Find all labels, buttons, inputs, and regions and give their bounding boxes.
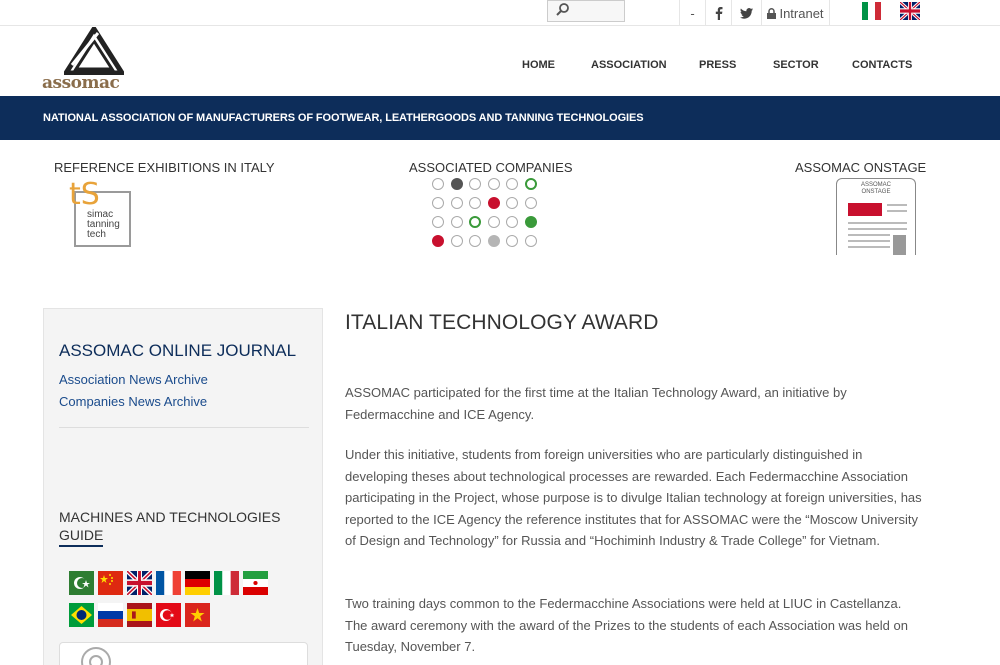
onstage-cover-label: ASSOMAC ONSTAGE bbox=[837, 182, 915, 196]
ts-line-3: tech bbox=[87, 229, 106, 240]
company-dot bbox=[506, 178, 518, 190]
facebook-icon[interactable] bbox=[705, 0, 731, 26]
ts-letters: tS bbox=[69, 177, 100, 212]
cover-line bbox=[848, 240, 890, 242]
company-dot bbox=[506, 235, 518, 247]
arabic-flag-icon[interactable] bbox=[69, 571, 94, 595]
cover-line bbox=[848, 222, 907, 224]
nav-sector[interactable]: SECTOR bbox=[773, 59, 819, 71]
company-dot bbox=[469, 178, 481, 190]
company-dot bbox=[450, 216, 463, 228]
gear-icon bbox=[81, 647, 111, 665]
top-utility-bar: - Intranet bbox=[0, 0, 1000, 26]
french-flag-icon[interactable] bbox=[156, 571, 181, 595]
company-dot bbox=[432, 235, 444, 247]
company-dot bbox=[432, 216, 444, 228]
company-dot bbox=[487, 235, 500, 247]
search-icon bbox=[556, 3, 569, 16]
exhibitions-title: REFERENCE EXHIBITIONS IN ITALY bbox=[54, 160, 275, 175]
logo-wordmark: assomac bbox=[42, 73, 120, 93]
lock-icon bbox=[767, 7, 777, 19]
article-paragraph: Under this initiative, students from for… bbox=[345, 447, 922, 548]
chinese-flag-icon[interactable] bbox=[98, 571, 123, 595]
guide-title-line-2: GUIDE bbox=[59, 526, 104, 547]
intranet-label: Intranet bbox=[779, 5, 824, 21]
company-dot bbox=[506, 197, 518, 209]
persian-flag-icon[interactable] bbox=[243, 571, 268, 595]
company-dot bbox=[506, 216, 518, 228]
company-dot bbox=[450, 235, 463, 247]
simac-tanning-tech-logo[interactable]: tS simac tanning tech bbox=[69, 180, 131, 247]
cover-red-block bbox=[848, 203, 882, 216]
company-dot bbox=[450, 197, 463, 209]
sidebar: ASSOMAC ONLINE JOURNAL Association News … bbox=[43, 308, 323, 665]
article-paragraph: ASSOMAC participated for the first time … bbox=[345, 385, 847, 422]
assomac-logo[interactable]: assomac bbox=[42, 27, 142, 93]
ts-words: simac tanning tech bbox=[87, 210, 120, 240]
nav-home[interactable]: HOME bbox=[522, 59, 555, 71]
twitter-icon[interactable] bbox=[731, 0, 761, 26]
english-language-flag-icon[interactable] bbox=[900, 2, 920, 20]
company-dot bbox=[524, 178, 537, 190]
logo-triangle-icon bbox=[64, 27, 124, 75]
companies-news-link[interactable]: Companies News Archive bbox=[59, 394, 207, 409]
portuguese-brazil-flag-icon[interactable] bbox=[69, 603, 94, 627]
tagline-text: NATIONAL ASSOCIATION OF MANUFACTURERS OF… bbox=[43, 112, 644, 124]
journal-title: ASSOMAC ONLINE JOURNAL bbox=[59, 341, 297, 360]
company-dot bbox=[469, 216, 481, 228]
italian-language-flag-icon[interactable] bbox=[862, 2, 881, 20]
onstage-cover-line-1: ASSOMAC bbox=[860, 182, 891, 188]
company-dot bbox=[469, 235, 481, 247]
company-dot bbox=[524, 235, 537, 247]
guide-title-line-1: MACHINES AND TECHNOLOGIES bbox=[59, 509, 281, 525]
cover-line bbox=[887, 204, 907, 206]
article-title: ITALIAN TECHNOLOGY AWARD bbox=[345, 311, 659, 334]
onstage-magazine-cover[interactable]: ASSOMAC ONSTAGE bbox=[836, 178, 916, 255]
tagline-banner: NATIONAL ASSOCIATION OF MANUFACTURERS OF… bbox=[0, 96, 1000, 140]
cover-line bbox=[887, 210, 907, 212]
guide-title: MACHINES AND TECHNOLOGIES GUIDE bbox=[59, 508, 280, 547]
company-dot bbox=[487, 216, 500, 228]
cover-gray-block bbox=[893, 235, 906, 255]
company-dot bbox=[524, 216, 537, 228]
nav-press[interactable]: PRESS bbox=[699, 59, 736, 71]
search-input[interactable] bbox=[547, 0, 625, 22]
onstage-title[interactable]: ASSOMAC ONSTAGE bbox=[795, 160, 926, 175]
russian-flag-icon[interactable] bbox=[98, 603, 123, 627]
turkish-flag-icon[interactable] bbox=[156, 603, 181, 627]
cover-line bbox=[848, 234, 890, 236]
cover-line bbox=[848, 228, 907, 230]
article-paragraph: Two training days common to the Federmac… bbox=[345, 596, 908, 654]
vietnamese-flag-icon[interactable] bbox=[185, 603, 210, 627]
company-dot bbox=[450, 178, 463, 190]
nav-contacts[interactable]: CONTACTS bbox=[852, 59, 912, 71]
company-dot bbox=[524, 197, 537, 209]
dash-link[interactable]: - bbox=[679, 0, 705, 26]
italian-flag-icon[interactable] bbox=[214, 571, 239, 595]
german-flag-icon[interactable] bbox=[185, 571, 210, 595]
guide-gear-box[interactable] bbox=[59, 642, 308, 665]
nav-association[interactable]: ASSOCIATION bbox=[591, 59, 667, 71]
cover-line bbox=[848, 246, 890, 248]
associated-companies-title[interactable]: ASSOCIATED COMPANIES bbox=[409, 160, 573, 175]
spanish-flag-icon[interactable] bbox=[127, 603, 152, 627]
company-dot bbox=[432, 178, 444, 190]
company-dot bbox=[469, 197, 481, 209]
association-news-link[interactable]: Association News Archive bbox=[59, 372, 208, 387]
company-dot bbox=[487, 197, 500, 209]
company-dot bbox=[432, 197, 444, 209]
company-dot bbox=[487, 178, 500, 190]
english-flag-icon[interactable] bbox=[127, 571, 152, 595]
intranet-link[interactable]: Intranet bbox=[761, 0, 830, 26]
sidebar-divider bbox=[59, 427, 309, 428]
onstage-cover-line-2: ONSTAGE bbox=[861, 189, 891, 195]
